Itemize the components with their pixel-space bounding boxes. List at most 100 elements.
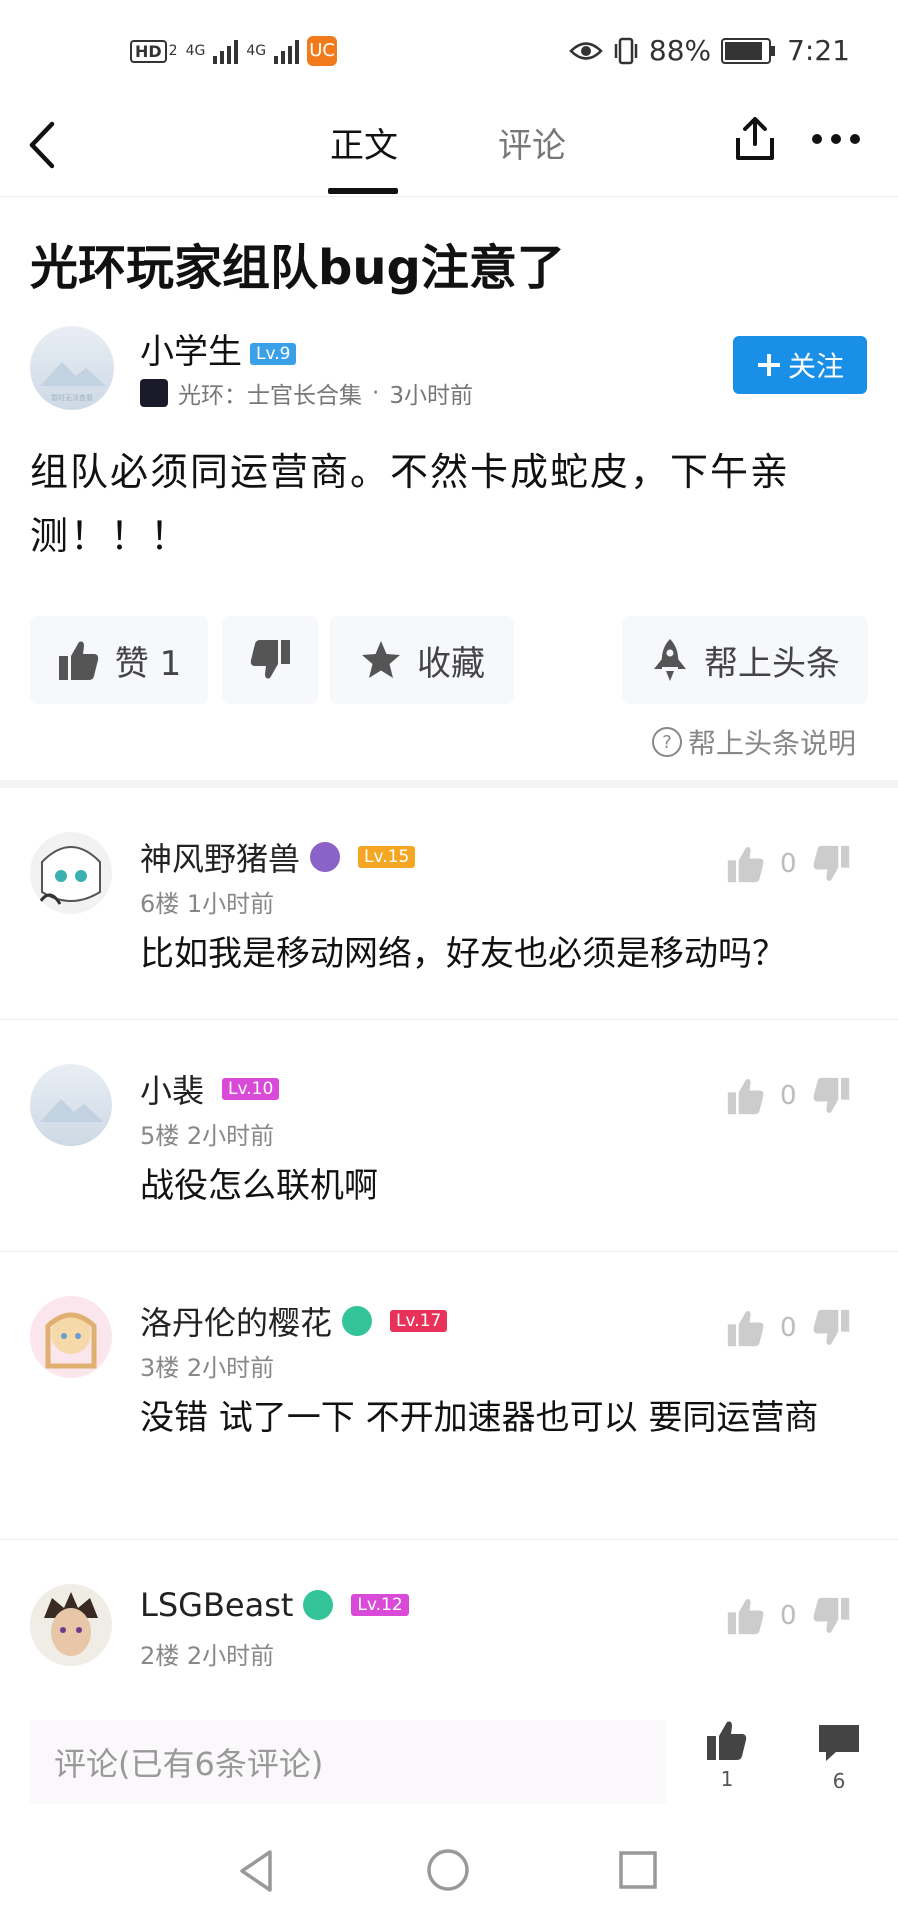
comment-item: 神风野猪兽 Lv.15 6楼 1小时前 比如我是移动网络，好友也必须是移动吗？ … [0,800,898,1020]
anime-avatar-icon [45,1312,97,1369]
honor-badge-icon [303,1590,334,1620]
bottom-like-button[interactable]: 1 [702,1718,752,1791]
commenter-avatar[interactable] [30,1296,112,1378]
thumb-up-icon [58,641,98,680]
boost-help-link[interactable]: ? 帮上头条说明 [652,722,856,762]
comment-text: 比如我是移动网络，好友也必须是移动吗？ [140,934,786,974]
comment-vote: 0 [726,1308,851,1348]
like-count: 0 [780,1313,797,1343]
tab-comments[interactable]: 评论 [498,118,566,167]
like-button[interactable]: 赞 1 [30,616,208,704]
comment-item: 洛丹伦的樱花 Lv.17 3楼 2小时前 没错 试了一下 不开加速器也可以 要同… [0,1264,898,1540]
level-badge: Lv.12 [351,1594,409,1616]
dislike-button[interactable] [222,616,318,704]
status-right: 88% 7:21 [569,34,850,67]
system-nav-bar [0,1822,898,1920]
author-name[interactable]: 小学生 [140,332,242,372]
comment-floor-time: 3楼 2小时前 [140,1354,275,1382]
hd-badge: HD [130,39,167,63]
divider [0,1019,898,1020]
post-title: 光环玩家组队bug注意了 [30,240,565,296]
collect-button[interactable]: 收藏 [330,616,514,704]
bottom-like-count: 1 [720,1767,734,1791]
commenter-name[interactable]: 神风野猪兽 [140,834,300,880]
divider [0,1539,898,1540]
game-icon [140,379,168,407]
post-meta: 光环：士官长合集 · 3小时前 [140,376,473,410]
image-placeholder-icon: 暂时无法查看 [40,362,106,402]
status-left: HD 2 4G 4G UC [130,36,338,66]
anime-avatar-icon [38,846,101,905]
commenter-name[interactable]: 小裴 [140,1066,204,1112]
comment-input[interactable]: 评论(已有6条评论) [30,1720,666,1804]
collect-label: 收藏 [417,643,485,684]
thumb-down-icon[interactable] [811,1596,851,1636]
more-button[interactable] [812,134,860,144]
share-button[interactable] [732,116,778,162]
commenter-name[interactable]: LSGBeast [140,1586,293,1624]
bottom-comment-count: 6 [832,1769,846,1793]
post-body: 组队必须同运营商。不然卡成蛇皮，下午亲测！！！ [30,450,791,558]
image-placeholder-icon [40,1099,104,1122]
nav-back-icon[interactable] [236,1848,276,1894]
dot [812,134,822,144]
follow-button[interactable]: 关注 [733,336,867,394]
commenter-name-row: LSGBeast Lv.12 [140,1586,409,1624]
commenter-avatar[interactable] [30,1584,112,1666]
comment-text: 没错 试了一下 不开加速器也可以 要同运营商 [140,1398,819,1438]
back-button[interactable] [22,120,62,170]
comment-floor-time: 6楼 1小时前 [140,890,275,918]
nav-home-icon[interactable] [426,1848,470,1892]
battery-level [725,41,762,60]
thumb-down-icon [250,640,290,679]
meta-dot: · [372,380,380,406]
thumb-up-icon[interactable] [726,1308,766,1348]
thumb-down-icon[interactable] [811,1308,851,1348]
comment-floor-time: 5楼 2小时前 [140,1122,275,1150]
commenter-avatar[interactable] [30,1064,112,1146]
thumb-up-icon[interactable] [726,1076,766,1116]
comment-text: 战役怎么联机啊 [140,1166,378,1206]
uc-browser-icon: UC [307,36,338,66]
thumb-up-icon[interactable] [726,1596,766,1636]
tab-content[interactable]: 正文 [330,118,398,167]
comment-floor-time: 2楼 2小时前 [140,1642,275,1670]
thumb-up-icon [707,1721,747,1760]
clock: 7:21 [787,34,850,67]
divider [0,1251,898,1252]
level-badge: Lv.15 [358,846,416,868]
active-tab-indicator [328,188,398,194]
honor-badge-icon [342,1306,373,1336]
commenter-avatar[interactable] [30,832,112,914]
thumb-down-icon[interactable] [811,844,851,884]
question-icon: ? [652,727,682,757]
battery-percent: 88% [648,34,712,67]
battery-icon [721,37,776,64]
boost-button[interactable]: 帮上头条 [622,616,868,704]
author-avatar[interactable]: 暂时无法查看 [30,326,114,410]
star-icon [362,641,400,678]
boost-label: 帮上头条 [704,643,840,684]
commenter-name-row: 小裴 Lv.10 [140,1066,280,1112]
bottom-comment-button[interactable]: 6 [812,1722,866,1793]
level-badge: Lv.10 [222,1078,280,1100]
comment-vote: 0 [726,844,851,884]
thumb-up-icon[interactable] [726,844,766,884]
nav-recents-icon[interactable] [618,1850,658,1890]
eye-icon [569,41,603,60]
level-badge: Lv.17 [390,1310,448,1332]
post-time: 3小时前 [389,383,473,409]
like-label: 赞 1 [114,643,182,684]
chevron-left-icon [29,121,55,169]
comment-item: 小裴 Lv.10 5楼 2小时前 战役怎么联机啊 0 [0,1032,898,1252]
honor-badge-icon [310,842,341,872]
commenter-name[interactable]: 洛丹伦的樱花 [140,1298,332,1344]
signal-icon [213,38,239,64]
commenter-name-row: 洛丹伦的樱花 Lv.17 [140,1298,448,1344]
avatar-placeholder-text: 暂时无法查看 [51,393,93,402]
game-name[interactable]: 光环：士官长合集 [178,376,362,410]
author-name-row: 小学生 Lv.9 [140,324,297,373]
thumb-down-icon[interactable] [811,1076,851,1116]
comment-vote: 0 [726,1076,851,1116]
signal-icon-2 [274,38,300,64]
